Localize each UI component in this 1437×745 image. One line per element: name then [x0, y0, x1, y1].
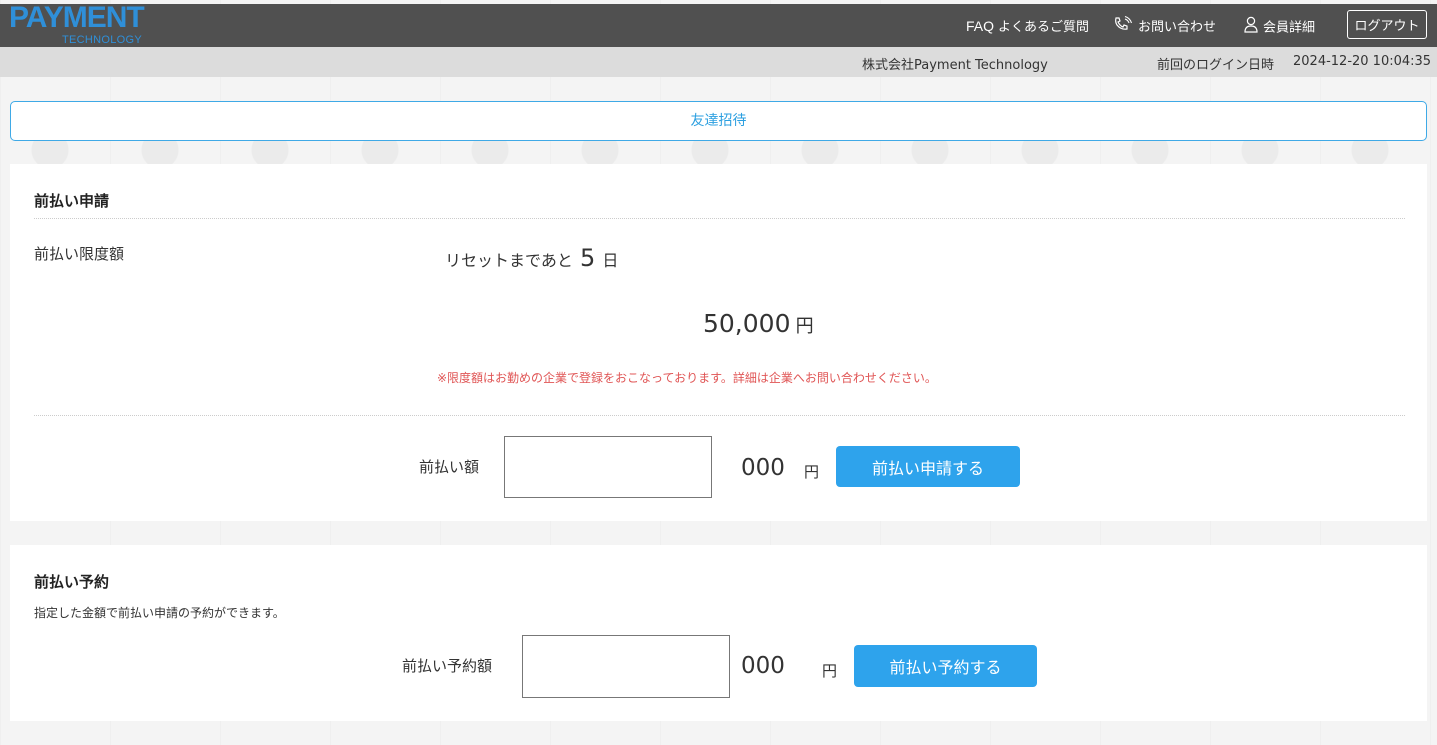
faq-prefix: FAQ [966, 18, 995, 34]
prepay-reserve-card: 前払い予約 指定した金額で前払い申請の予約ができます。 前払い予約額 000 円… [10, 545, 1427, 721]
limit-unit: 円 [795, 316, 814, 337]
faq-link[interactable]: FAQ よくあるご質問 [966, 16, 1089, 36]
reserve-amount-unit: 円 [822, 662, 838, 680]
reset-days: 5 [579, 244, 596, 272]
member-label: 会員詳細 [1263, 20, 1316, 36]
divider [34, 218, 1405, 219]
prepay-amount-input[interactable] [504, 436, 712, 498]
prepay-reserve-description: 指定した金額で前払い申請の予約ができます。 [34, 606, 285, 620]
prepay-apply-card: 前払い申請 前払い限度額 リセットまであと 5 日 50,000 円 ※限度額は… [10, 164, 1427, 521]
limit-amount: 50,000 [703, 309, 791, 338]
phone-icon [1113, 15, 1133, 39]
reserve-amount-input[interactable] [522, 635, 730, 698]
amount-label: 前払い額 [419, 458, 480, 476]
logout-button[interactable]: ログアウト [1347, 10, 1427, 39]
reserve-amount-label: 前払い予約額 [402, 657, 493, 675]
user-icon [1244, 16, 1258, 40]
amount-thousands-suffix: 000 [741, 455, 785, 481]
divider [34, 415, 1405, 416]
logo-sub-text: TECHNOLOGY [62, 34, 143, 46]
reset-unit: 日 [602, 251, 619, 270]
prepay-reserve-button[interactable]: 前払い予約する [854, 645, 1037, 687]
member-details-link[interactable]: 会員詳細 [1244, 16, 1315, 36]
faq-label: よくあるご質問 [998, 20, 1090, 35]
account-info-bar: 株式会社Payment Technology 前回のログイン日時 2024-12… [0, 47, 1437, 77]
contact-label: お問い合わせ [1138, 20, 1217, 35]
last-login-value: 2024-12-20 10:04:35 [1293, 54, 1432, 69]
top-navigation-bar: PAYMENT TECHNOLOGY FAQ よくあるご質問 お問い合わせ 会員詳… [0, 1, 1437, 47]
limit-amount-display: 50,000 円 [703, 309, 814, 338]
limit-notice: ※限度額はお勤めの企業で登録をおこなっております。詳細は企業へお問い合わせくださ… [437, 371, 937, 385]
logo-main-text: PAYMENT [9, 1, 145, 34]
reset-prefix: リセットまであと [445, 251, 573, 270]
company-name: 株式会社Payment Technology [862, 58, 1048, 73]
reserve-thousands-suffix: 000 [741, 653, 785, 679]
friend-invite-button[interactable]: 友達招待 [10, 101, 1427, 141]
prepay-apply-title: 前払い申請 [34, 192, 110, 210]
reset-countdown: リセットまであと 5 日 [445, 244, 618, 272]
contact-link[interactable]: お問い合わせ [1113, 15, 1217, 39]
prepay-apply-button[interactable]: 前払い申請する [836, 446, 1020, 487]
limit-label: 前払い限度額 [34, 245, 125, 263]
last-login-label: 前回のログイン日時 [1157, 58, 1275, 73]
amount-unit: 円 [804, 463, 820, 481]
prepay-reserve-title: 前払い予約 [34, 573, 110, 591]
